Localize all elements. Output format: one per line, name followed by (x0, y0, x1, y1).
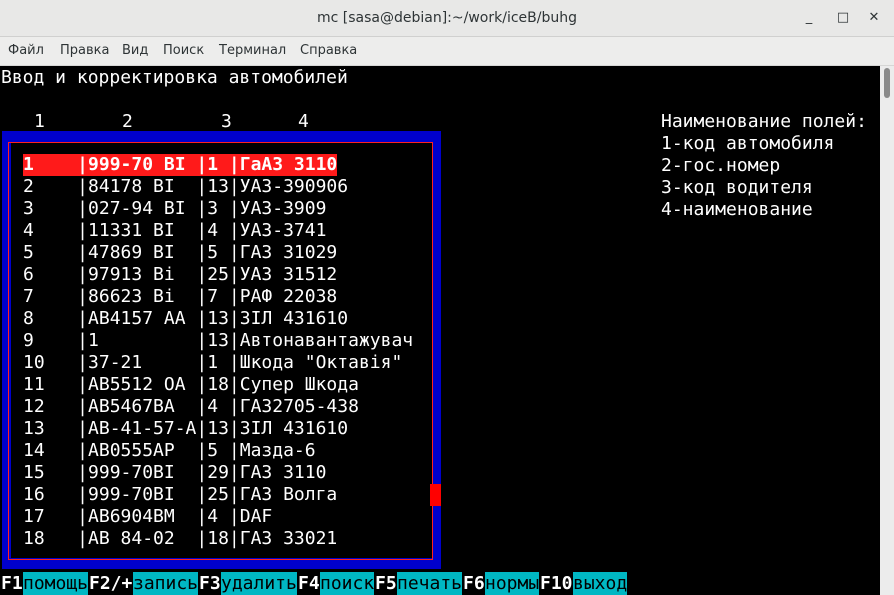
table-row[interactable]: 6 |97913 Bi |25|УАЗ 31512 (23, 264, 337, 286)
menu-file[interactable]: Файл (8, 37, 44, 65)
table-row[interactable]: 11 |AB5512 OA |18|Супер Шкода (23, 374, 359, 396)
table-row[interactable]: 8 |AB4157 AA |13|ЗIЛ 431610 (23, 308, 348, 330)
table-row[interactable]: 18 |AB 84-02 |18|ГАЗ 33021 (23, 528, 337, 550)
fkey-label[interactable]: запись (133, 572, 199, 595)
column-number-4: 4 (298, 111, 309, 132)
table-row[interactable]: 10 |37-21 |1 |Шкода "Октавiя" (23, 352, 402, 374)
table-row[interactable]: 16 |999-70BI |25|ГАЗ Волга (23, 484, 337, 506)
table-row[interactable]: 7 |86623 Bi |7 |РАФ 22038 (23, 286, 337, 308)
list-scroll-marker[interactable] (430, 484, 441, 506)
column-number-2: 2 (122, 111, 133, 132)
fkey-f3[interactable]: F3 (199, 572, 221, 595)
table-row[interactable]: 13 |AB-41-57-A|13|ЗIЛ 431610 (23, 418, 348, 440)
legend-line: 1-код автомобиля (661, 133, 835, 154)
table-row[interactable]: 12 |AB5467BA |4 |ГА32705-438 (23, 396, 359, 418)
table-row[interactable]: 9 |1 |13|Автонавантажувач (23, 330, 413, 352)
fkey-label[interactable]: печать (397, 572, 463, 595)
fkey-label[interactable]: удалить (221, 572, 297, 595)
terminal-scrollbar[interactable] (880, 66, 894, 595)
legend-line: 3-код водителя (661, 177, 813, 198)
fkey-label[interactable]: поиск (320, 572, 375, 595)
menu-search[interactable]: Поиск (163, 37, 204, 65)
maximize-icon[interactable]: □ (835, 10, 851, 26)
table-row[interactable]: 2 |84178 BI |13|УАЗ-390906 (23, 176, 348, 198)
menu-edit[interactable]: Правка (60, 37, 109, 65)
fkey-f10[interactable]: F10 (540, 572, 573, 595)
table-row[interactable]: 15 |999-70BI |29|ГАЗ 3110 (23, 462, 326, 484)
menubar: Файл Правка Вид Поиск Терминал Справка (0, 37, 894, 66)
screen-heading: Ввод и корректировка автомобилей (1, 67, 348, 88)
menu-view[interactable]: Вид (122, 37, 148, 65)
column-number-3: 3 (221, 111, 232, 132)
legend-line: 2-гос.номер (661, 155, 781, 176)
fkey-f5[interactable]: F5 (375, 572, 397, 595)
table-row[interactable]: 3 |027-94 BI |3 |УАЗ-3909 (23, 198, 326, 220)
fkey-label[interactable]: выход (573, 572, 628, 595)
fkey-f1[interactable]: F1 (1, 572, 23, 595)
window-title: mc [sasa@debian]:~/work/iceB/buhg (317, 10, 577, 26)
column-number-1: 1 (34, 111, 45, 132)
table-row[interactable]: 5 |47869 BI |5 |ГАЗ 31029 (23, 242, 337, 264)
fkey-f4[interactable]: F4 (298, 572, 320, 595)
table-row[interactable]: 14 |AB0555AP |5 |Мазда-6 (23, 440, 316, 462)
fkey-f6[interactable]: F6 (463, 572, 485, 595)
menu-terminal[interactable]: Терминал (219, 37, 286, 65)
menu-help[interactable]: Справка (300, 37, 357, 65)
table-row-selected[interactable]: 1 |999-70 BI |1 |ГаАЗ 3110 (23, 154, 338, 176)
fkey-label[interactable]: нормы (485, 572, 540, 595)
minimize-icon[interactable]: _ (801, 10, 817, 26)
terminal-area[interactable]: Ввод и корректировка автомобилей 1 2 3 4… (0, 66, 880, 595)
close-icon[interactable]: ✕ (866, 10, 882, 26)
window-titlebar[interactable]: mc [sasa@debian]:~/work/iceB/buhg _ □ ✕ (0, 0, 894, 37)
table-row[interactable]: 17 |AB6904BM |4 |DAF (23, 506, 272, 528)
scrollbar-thumb[interactable] (884, 68, 890, 98)
legend-line: 4-наименование (661, 199, 813, 220)
legend-title: Наименование полей: (661, 111, 867, 132)
fkey-label[interactable]: помощь (23, 572, 89, 595)
fkey-f2[interactable]: F2/+ (89, 572, 132, 595)
table-row[interactable]: 4 |11331 BI |4 |УАЗ-3741 (23, 220, 326, 242)
